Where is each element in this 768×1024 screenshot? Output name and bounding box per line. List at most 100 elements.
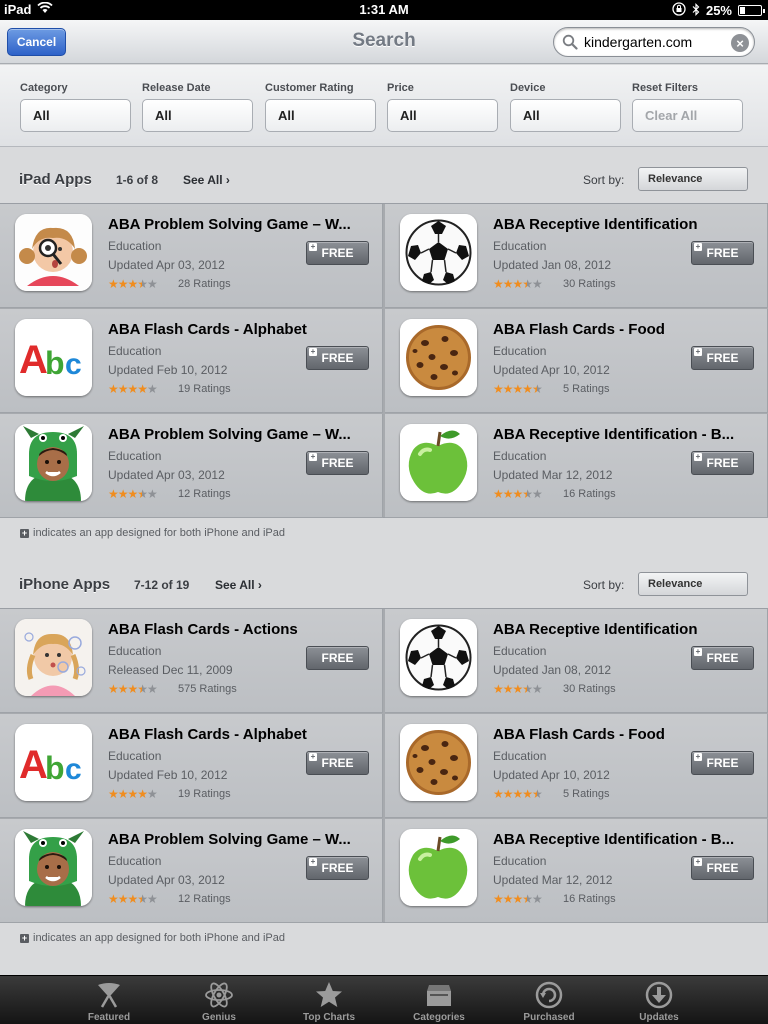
free-button[interactable]: + FREE xyxy=(306,346,369,370)
soccer-ball-icon[interactable] xyxy=(400,214,477,291)
see-all-link[interactable]: See All › xyxy=(183,173,230,187)
clear-all-button[interactable]: Clear All xyxy=(632,99,743,132)
sort-label: Sort by: xyxy=(583,578,625,592)
green-apple-icon[interactable] xyxy=(400,829,477,906)
app-cell[interactable]: ABA Receptive Identification Education Upd… xyxy=(385,204,768,308)
soccer-ball-icon[interactable] xyxy=(400,619,477,696)
girl-magnifier-icon[interactable] xyxy=(15,214,92,291)
universal-plus-icon: + xyxy=(309,347,317,356)
free-button[interactable]: + FREE xyxy=(306,751,369,775)
filter-bar: Category All Release Date All Customer R… xyxy=(0,65,768,147)
app-name[interactable]: ABA Problem Solving Game – W... xyxy=(108,831,373,848)
app-category: Education xyxy=(493,854,547,868)
free-button[interactable]: + FREE xyxy=(691,451,754,475)
rating-stars-icon: ★★★★★ xyxy=(108,277,158,291)
filter-price-select[interactable]: All xyxy=(387,99,498,132)
universal-plus-icon: + xyxy=(694,647,702,656)
free-button[interactable]: + FREE xyxy=(691,241,754,265)
filter-category-select[interactable]: All xyxy=(20,99,131,132)
filter-device: Device All xyxy=(510,82,621,132)
section-title: iPad Apps xyxy=(19,171,92,188)
abc-letters-icon[interactable]: Abc xyxy=(15,319,92,396)
app-cell[interactable]: ABA Receptive Identification - B... Educa… xyxy=(385,414,768,518)
battery-percent: 25% xyxy=(705,3,732,18)
orientation-lock-icon xyxy=(672,2,686,19)
app-name[interactable]: ABA Flash Cards - Actions xyxy=(108,621,373,638)
app-name[interactable]: ABA Receptive Identification xyxy=(493,216,758,233)
app-cell[interactable]: ABA Problem Solving Game – W... Education… xyxy=(0,414,383,518)
filter-customer-rating-select[interactable]: All xyxy=(265,99,376,132)
app-date: Updated Apr 10, 2012 xyxy=(493,363,610,377)
tab-categories[interactable]: Categories xyxy=(384,976,494,1024)
filter-release-date-select[interactable]: All xyxy=(142,99,253,132)
section-count: 1-6 of 8 xyxy=(116,173,159,187)
app-rating: ★★★★★ 19 Ratings xyxy=(108,787,231,801)
app-category: Education xyxy=(108,749,162,763)
see-all-link[interactable]: See All › xyxy=(215,578,262,592)
rating-stars-icon: ★★★★★ xyxy=(493,892,543,906)
app-name[interactable]: ABA Flash Cards - Food xyxy=(493,321,758,338)
app-cell[interactable]: ABA Flash Cards - Actions Education Releas… xyxy=(0,609,383,713)
tab-genius[interactable]: Genius xyxy=(164,976,274,1024)
updates-icon xyxy=(644,980,674,1010)
free-button[interactable]: + FREE xyxy=(691,751,754,775)
tab-top-charts[interactable]: Top Charts xyxy=(274,976,384,1024)
status-bar: iPad 1:31 AM 25% xyxy=(0,0,768,20)
filter-device-select[interactable]: All xyxy=(510,99,621,132)
free-button[interactable]: + FREE xyxy=(306,451,369,475)
free-button[interactable]: + FREE xyxy=(691,646,754,670)
filter-label: Category xyxy=(20,82,68,94)
app-cell[interactable]: Ab c ABA Flash Cards - Alphabet Education Up… xyxy=(0,714,383,818)
kid-dragon-costume-icon[interactable] xyxy=(15,829,92,906)
app-category: Education xyxy=(108,344,162,358)
ratings-count: 5 Ratings xyxy=(563,383,610,395)
universal-plus-icon: + xyxy=(694,857,702,866)
universal-plus-icon: + xyxy=(309,242,317,251)
app-category: Education xyxy=(493,644,547,658)
bluetooth-icon xyxy=(692,2,700,19)
abc-letters-icon[interactable]: Abc xyxy=(15,724,92,801)
sort-label: Sort by: xyxy=(583,173,625,187)
app-cell[interactable]: ABA Receptive Identification - B... Educa… xyxy=(385,819,768,923)
app-cell[interactable]: ABA Problem Solving Game – W... Education… xyxy=(0,819,383,923)
free-button[interactable]: FREE xyxy=(306,646,369,670)
app-name[interactable]: ABA Receptive Identification xyxy=(493,621,758,638)
search-input[interactable] xyxy=(584,34,724,50)
kid-dragon-costume-icon[interactable] xyxy=(15,424,92,501)
free-button[interactable]: + FREE xyxy=(306,241,369,265)
cookie-icon[interactable] xyxy=(400,724,477,801)
app-cell[interactable]: ABA Receptive Identification Education Upd… xyxy=(385,609,768,713)
clear-search-icon[interactable]: × xyxy=(731,34,749,52)
sort-select[interactable]: Relevance xyxy=(638,167,748,191)
tab-label: Categories xyxy=(413,1012,465,1023)
universal-plus-icon: + xyxy=(309,452,317,461)
app-name[interactable]: ABA Problem Solving Game – W... xyxy=(108,216,373,233)
sort-select[interactable]: Relevance xyxy=(638,572,748,596)
cookie-icon[interactable] xyxy=(400,319,477,396)
search-field[interactable]: × xyxy=(553,27,755,57)
ratings-count: 12 Ratings xyxy=(178,488,231,500)
app-name[interactable]: ABA Receptive Identification - B... xyxy=(493,426,758,443)
app-cell[interactable]: ABA Flash Cards - Food Education Updated A… xyxy=(385,714,768,818)
free-button[interactable]: + FREE xyxy=(691,856,754,880)
app-name[interactable]: ABA Flash Cards - Food xyxy=(493,726,758,743)
tab-featured[interactable]: Featured xyxy=(54,976,164,1024)
rating-stars-icon: ★★★★★ xyxy=(108,487,158,501)
app-name[interactable]: ABA Flash Cards - Alphabet xyxy=(108,321,373,338)
app-cell[interactable]: ABA Problem Solving Game – W... Education… xyxy=(0,204,383,308)
free-button[interactable]: + FREE xyxy=(691,346,754,370)
app-name[interactable]: ABA Receptive Identification - B... xyxy=(493,831,758,848)
svg-text:b: b xyxy=(45,345,65,381)
app-rating: ★★★★★ 16 Ratings xyxy=(493,487,616,501)
free-button[interactable]: + FREE xyxy=(306,856,369,880)
app-cell[interactable]: ABA Flash Cards - Food Education Updated A… xyxy=(385,309,768,413)
rating-stars-icon: ★★★★★ xyxy=(493,382,543,396)
app-name[interactable]: ABA Problem Solving Game – W... xyxy=(108,426,373,443)
app-rating: ★★★★★ 5 Ratings xyxy=(493,787,609,801)
tab-purchased[interactable]: Purchased xyxy=(494,976,604,1024)
girl-bubbles-icon[interactable] xyxy=(15,619,92,696)
tab-updates[interactable]: Updates xyxy=(604,976,714,1024)
app-cell[interactable]: Ab c ABA Flash Cards - Alphabet Education Up… xyxy=(0,309,383,413)
app-name[interactable]: ABA Flash Cards - Alphabet xyxy=(108,726,373,743)
green-apple-icon[interactable] xyxy=(400,424,477,501)
